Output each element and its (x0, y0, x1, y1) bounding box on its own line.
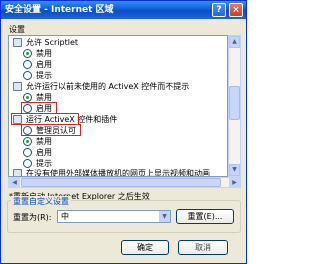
ok-button[interactable]: 确定 (121, 240, 169, 255)
reset-button[interactable]: 重置(E)... (176, 209, 234, 224)
setting-group-label: 允许 Scriptlet (26, 38, 79, 47)
radio-button[interactable] (23, 60, 32, 69)
scroll-thumb[interactable] (229, 86, 240, 120)
selected-value: 中 (61, 212, 69, 221)
scroll-down-arrow-icon[interactable]: ▼ (229, 164, 240, 176)
radio-label: 提示 (36, 71, 52, 80)
scroll-right-arrow-icon[interactable]: ▶ (229, 178, 240, 187)
vertical-scrollbar[interactable]: ▲ ▼ (228, 35, 241, 177)
settings-icon (13, 82, 22, 91)
settings-label: 设置 (9, 25, 25, 34)
radio-button[interactable] (23, 71, 32, 80)
chevron-down-icon[interactable]: ▼ (159, 211, 170, 222)
title-bar[interactable]: 安全设置 - Internet 区域 ? × (1, 1, 246, 19)
settings-icon (13, 169, 22, 176)
reset-level-select[interactable]: 中 ▼ (57, 210, 171, 223)
cancel-button[interactable]: 取消 (178, 240, 228, 255)
radio-label: 启用 (36, 60, 52, 69)
reset-group-title: 重置自定义设置 (11, 196, 71, 207)
radio-button-selected[interactable] (23, 93, 32, 102)
radio-button-selected[interactable] (23, 49, 32, 58)
horizontal-scrollbar[interactable]: ◀ ▶ (8, 177, 241, 188)
setting-group-label: 允许运行以前未使用的 ActiveX 控件而不提示 (26, 82, 190, 91)
security-settings-dialog: 安全设置 - Internet 区域 ? × 设置 允许 Scriptlet 禁… (0, 0, 247, 264)
highlight-box (21, 124, 81, 136)
radio-label: 禁用 (36, 137, 52, 146)
window-title: 安全设置 - Internet 区域 (5, 5, 114, 15)
reset-to-label: 重置为(R): (13, 213, 52, 222)
help-button[interactable]: ? (212, 3, 226, 17)
radio-button[interactable] (23, 159, 32, 168)
scroll-up-arrow-icon[interactable]: ▲ (229, 36, 240, 48)
radio-label: 启用 (36, 148, 52, 157)
radio-button-selected[interactable] (23, 137, 32, 146)
radio-label: 禁用 (36, 49, 52, 58)
scroll-thumb[interactable] (21, 178, 221, 187)
setting-group-label: 在没有使用外部媒体播放机的网页上显示视频和动画 (26, 169, 210, 177)
settings-tree[interactable]: 允许 Scriptlet 禁用 启用 提示 允许运行以前未使用的 ActiveX… (8, 35, 228, 177)
settings-icon (13, 38, 22, 47)
radio-button[interactable] (23, 148, 32, 157)
scroll-left-arrow-icon[interactable]: ◀ (9, 178, 20, 187)
close-button[interactable]: × (229, 3, 243, 17)
